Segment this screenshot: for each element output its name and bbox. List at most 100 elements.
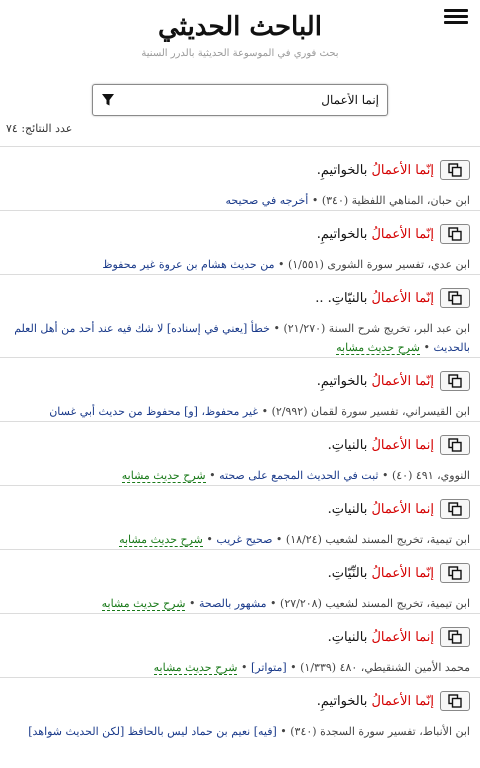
result-source: ابن الأنباط، تفسير سورة السجدة (٣٤٠) xyxy=(290,725,470,738)
search-box xyxy=(92,84,388,116)
result-item: إنّما الأعمالُ بالخواتيمِ. ابن الأنباط، … xyxy=(0,677,480,741)
copy-button[interactable] xyxy=(440,288,470,308)
copy-button[interactable] xyxy=(440,691,470,711)
header: الباحث الحديثي بحث فوري في الموسوعة الحد… xyxy=(0,0,480,59)
hadith-highlight: إنّما الأعمالُ xyxy=(371,693,434,709)
filter-icon[interactable] xyxy=(101,93,115,107)
copy-button[interactable] xyxy=(440,499,470,519)
copy-button[interactable] xyxy=(440,160,470,180)
result-info: ابن عدي، تفسير سورة الشورى (١/٥٥١) • من … xyxy=(10,249,470,274)
hadith-rest: بالنياتِ. xyxy=(327,629,372,645)
hadith-text[interactable]: إنّما الأعمالُ بالخواتيمِ. xyxy=(317,694,434,709)
result-header: إنما الأعمالُ بالنياتِ. xyxy=(10,622,470,652)
copy-icon xyxy=(448,502,462,516)
hadith-rest: بالنيّاتِ. .. xyxy=(315,290,372,306)
result-header: إنّما الأعمالُ بالخواتيمِ. xyxy=(10,155,470,185)
similar-hadith-link[interactable]: شرح حديث مشابه xyxy=(101,597,186,611)
result-separator: • xyxy=(274,258,288,271)
result-info: ابن تيمية، تخريج المسند لشعيب (٢٧/٢٠٨) •… xyxy=(10,588,470,613)
hadith-rest: بالنياتِ. xyxy=(327,501,372,517)
hadith-highlight: إنّما الأعمالُ xyxy=(371,290,434,306)
copy-icon xyxy=(448,630,462,644)
menu-bar xyxy=(444,9,468,12)
hadith-highlight: إنّما الأعمالُ xyxy=(371,162,434,178)
hadith-rest: بالخواتيمِ. xyxy=(316,373,372,389)
result-source: النووي، ٤٩١ (٤٠) xyxy=(391,469,470,482)
hadith-rest: بالنياتِ. xyxy=(327,437,372,453)
copy-button[interactable] xyxy=(440,224,470,244)
hamburger-menu-icon[interactable] xyxy=(444,6,468,26)
result-source: ابن عبد البر، تخريج شرح السنة (٢١/٢٧٠) xyxy=(283,322,470,335)
result-info: النووي، ٤٩١ (٤٠) • ثبت في الحديث المجمع … xyxy=(10,460,470,485)
copy-icon xyxy=(448,566,462,580)
hadith-rest: بالخواتيمِ. xyxy=(316,693,372,709)
result-separator: • xyxy=(308,194,322,207)
hadith-highlight: إنّما الأعمالُ xyxy=(371,565,434,581)
result-separator: • xyxy=(266,597,281,610)
copy-button[interactable] xyxy=(440,371,470,391)
result-info: ابن الأنباط، تفسير سورة السجدة (٣٤٠) • [… xyxy=(10,716,470,741)
result-info: ابن القيسراني، تفسير سورة لقمان (٢/٩٩٢) … xyxy=(10,396,470,421)
similar-separator: • xyxy=(205,469,220,482)
hadith-rest: بالخواتيمِ. xyxy=(316,162,372,178)
result-ruling: [متواتر] xyxy=(250,661,287,674)
result-item: إنّما الأعمالُ بالخواتيمِ. ابن عدي، تفسي… xyxy=(0,210,480,274)
result-header: إنّما الأعمالُ بالخواتيمِ. xyxy=(10,219,470,249)
hadith-rest: بالنِّيّاتِ. xyxy=(327,565,372,581)
similar-hadith-link[interactable]: شرح حديث مشابه xyxy=(119,533,203,547)
result-source: ابن تيمية، تخريج المسند لشعيب (٢٧/٢٠٨) xyxy=(280,597,470,610)
result-info: ابن حبان، المناهي اللفظية (٣٤٠) • أخرجه … xyxy=(10,185,470,210)
copy-icon xyxy=(448,291,462,305)
hadith-text[interactable]: إنّما الأعمالُ بالنِّيّاتِ. xyxy=(328,566,434,581)
result-info: ابن عبد البر، تخريج شرح السنة (٢١/٢٧٠) •… xyxy=(10,313,470,357)
result-separator: • xyxy=(378,469,392,482)
copy-button[interactable] xyxy=(440,627,470,647)
result-separator: • xyxy=(272,533,286,546)
result-item: إنّما الأعمالُ بالنِّيّاتِ. ابن تيمية، ت… xyxy=(0,549,480,613)
result-item: إنما الأعمالُ بالنياتِ. محمد الأمين الشن… xyxy=(0,613,480,677)
result-source: ابن حبان، المناهي اللفظية (٣٤٠) xyxy=(321,194,470,207)
result-ruling: من حديث هشام بن عروة غير محفوظ xyxy=(102,258,275,271)
result-source: ابن عدي، تفسير سورة الشورى (١/٥٥١) xyxy=(287,258,470,271)
copy-icon xyxy=(448,694,462,708)
result-ruling: مشهور بالصحة xyxy=(198,597,267,610)
hadith-highlight: إنما الأعمالُ xyxy=(371,501,434,517)
result-separator: • xyxy=(276,725,291,738)
result-header: إنّما الأعمالُ بالخواتيمِ. xyxy=(10,686,470,716)
hadith-text[interactable]: إنّما الأعمالُ بالخواتيمِ. xyxy=(317,374,434,389)
search-input[interactable] xyxy=(127,85,379,115)
similar-hadith-link[interactable]: شرح حديث مشابه xyxy=(121,469,206,483)
results-list: إنّما الأعمالُ بالخواتيمِ. ابن حبان، الم… xyxy=(0,146,480,741)
results-count: عدد النتائج: ٧٤ xyxy=(6,122,73,135)
hadith-text[interactable]: إنما الأعمالُ بالنياتِ. xyxy=(328,438,434,453)
similar-hadith-link[interactable]: شرح حديث مشابه xyxy=(153,661,238,675)
hadith-text[interactable]: إنّما الأعمالُ بالخواتيمِ. xyxy=(317,163,434,178)
result-header: إنّما الأعمالُ بالخواتيمِ. xyxy=(10,366,470,396)
similar-separator: • xyxy=(420,341,434,354)
result-separator: • xyxy=(269,322,284,335)
result-ruling: ثبت في الحديث المجمع على صحته xyxy=(219,469,379,482)
hadith-text[interactable]: إنّما الأعمالُ بالخواتيمِ. xyxy=(317,227,434,242)
copy-icon xyxy=(448,163,462,177)
hadith-highlight: إنّما الأعمالُ xyxy=(371,373,434,389)
result-source: ابن القيسراني، تفسير سورة لقمان (٢/٩٩٢) xyxy=(271,405,470,418)
result-separator: • xyxy=(258,405,272,418)
menu-bar xyxy=(444,15,468,18)
page-subtitle: بحث فوري في الموسوعة الحديثية بالدرر الس… xyxy=(141,48,339,59)
hadith-text[interactable]: إنما الأعمالُ بالنياتِ. xyxy=(328,630,434,645)
menu-bar xyxy=(444,21,468,24)
similar-separator: • xyxy=(185,597,199,610)
hadith-highlight: إنما الأعمالُ xyxy=(371,437,434,453)
result-separator: • xyxy=(286,661,301,674)
copy-icon xyxy=(448,227,462,241)
similar-hadith-link[interactable]: شرح حديث مشابه xyxy=(336,341,420,355)
copy-icon xyxy=(448,374,462,388)
result-source: محمد الأمين الشنقيطي، ٤٨٠ (١/٣٣٩) xyxy=(300,661,470,674)
hadith-text[interactable]: إنما الأعمالُ بالنياتِ. xyxy=(328,502,434,517)
page-title: الباحث الحديثي xyxy=(158,12,322,42)
copy-button[interactable] xyxy=(440,435,470,455)
hadith-text[interactable]: إنّما الأعمالُ بالنيّاتِ. .. xyxy=(315,291,434,306)
copy-button[interactable] xyxy=(440,563,470,583)
result-header: إنما الأعمالُ بالنياتِ. xyxy=(10,494,470,524)
result-item: إنّما الأعمالُ بالخواتيمِ. ابن القيسراني… xyxy=(0,357,480,421)
